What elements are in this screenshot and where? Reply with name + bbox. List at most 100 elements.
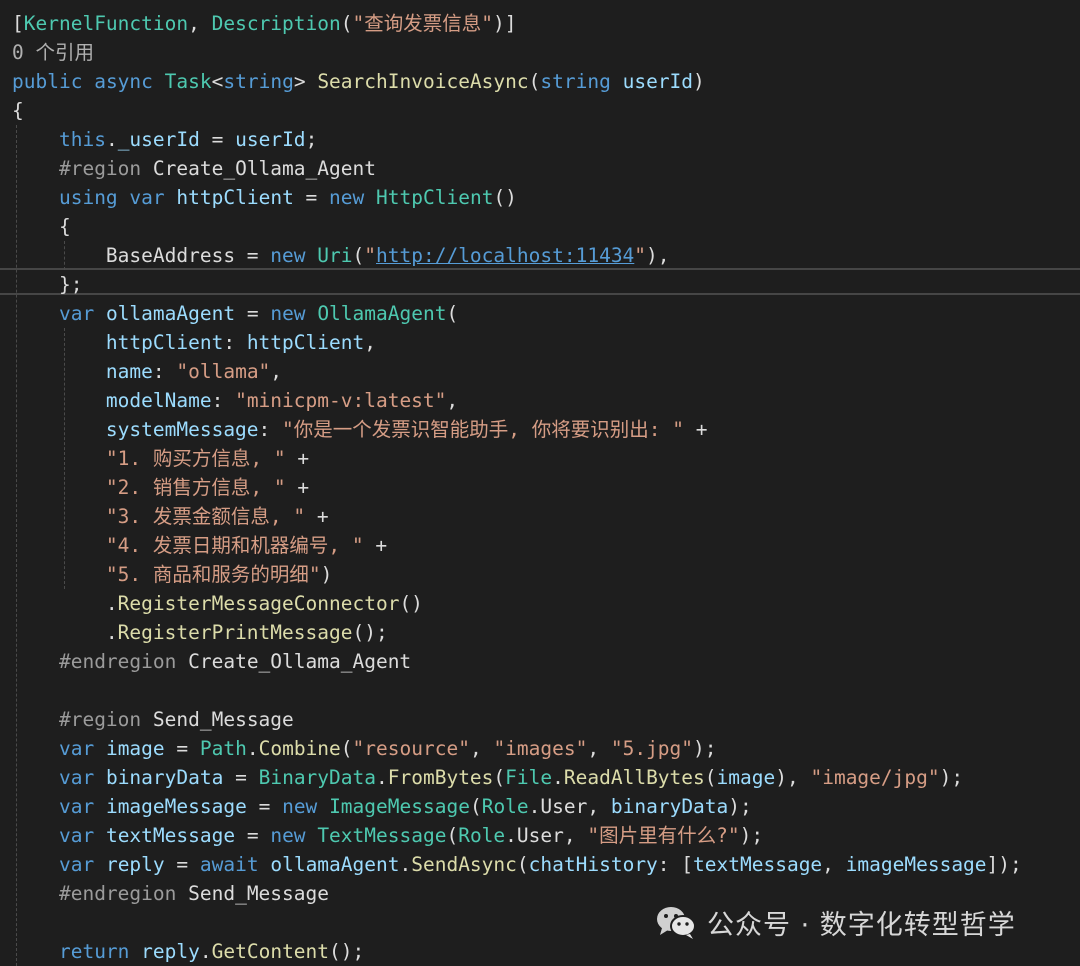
code-token: "5. 商品和服务的明细" [105, 563, 321, 586]
code-line[interactable]: .RegisterMessageConnector() [12, 589, 423, 618]
code-token: chatHistory [528, 853, 658, 876]
code-token: , [469, 737, 494, 760]
code-token: ollamaAgent [270, 853, 400, 876]
code-token: ImageMessage [329, 795, 470, 818]
code-token: = [164, 737, 200, 760]
code-token: = [223, 766, 259, 789]
code-token: TextMessage [317, 824, 447, 847]
code-link[interactable]: http://localhost:11434 [376, 244, 634, 267]
code-token: , [270, 360, 283, 383]
code-token: ( [352, 244, 365, 267]
code-line[interactable]: BaseAddress = new Uri("http://localhost:… [12, 241, 670, 270]
code-line[interactable]: var ollamaAgent = new OllamaAgent( [12, 299, 458, 328]
code-token: public [12, 70, 83, 93]
code-line[interactable]: #region Send_Message [12, 705, 294, 734]
code-line[interactable]: "1. 购买方信息, " + [12, 444, 309, 473]
code-line[interactable]: this._userId = userId; [12, 125, 317, 154]
code-token: (); [352, 621, 388, 644]
code-line[interactable]: public async Task<string> SearchInvoiceA… [12, 67, 705, 96]
code-token: ]); [986, 853, 1022, 876]
code-token: RegisterPrintMessage [117, 621, 353, 644]
code-line[interactable]: var textMessage = new TextMessage(Role.U… [12, 821, 763, 850]
code-token: "查询发票信息" [352, 12, 493, 35]
code-token: "1. 购买方信息, " [105, 447, 286, 470]
code-line[interactable]: "3. 发票金额信息, " + [12, 502, 329, 531]
code-token: " [634, 244, 647, 267]
code-line[interactable]: var binaryData = BinaryData.FromBytes(Fi… [12, 763, 963, 792]
code-token: , [563, 824, 588, 847]
code-token: " [364, 244, 377, 267]
code-token: ; [305, 128, 318, 151]
wechat-icon [657, 907, 696, 939]
code-token: new [282, 795, 318, 818]
code-line[interactable]: [KernelFunction, Description("查询发票信息")] [12, 9, 516, 38]
code-line[interactable]: "5. 商品和服务的明细") [12, 560, 332, 589]
code-token: imageMessage [105, 795, 247, 818]
code-token: ); [939, 766, 964, 789]
code-token: #endregion [58, 650, 177, 673]
code-token: var [58, 766, 95, 789]
code-token: Create_Ollama_Agent [141, 157, 376, 180]
code-token: httpClient [105, 331, 224, 354]
code-token: { [12, 215, 71, 238]
code-line[interactable]: var reply = await ollamaAgent.SendAsync(… [12, 850, 1022, 879]
code-token: #region [58, 708, 142, 731]
code-token: . [12, 621, 118, 644]
code-line[interactable]: .RegisterPrintMessage(); [12, 618, 388, 647]
code-token: await [199, 853, 259, 876]
code-token: . [399, 853, 412, 876]
code-line[interactable]: modelName: "minicpm-v:latest", [12, 386, 458, 415]
code-token: "images" [493, 737, 588, 760]
code-token: #endregion [58, 882, 177, 905]
code-line[interactable]: #endregion Send_Message [12, 879, 329, 908]
code-token: this [58, 128, 106, 151]
code-token: ( [516, 853, 529, 876]
code-token: ) [320, 563, 333, 586]
code-editor[interactable]: [KernelFunction, Description("查询发票信息")] 0… [0, 0, 1080, 966]
code-token: + [285, 447, 310, 470]
code-token: var [58, 853, 95, 876]
code-line[interactable]: using var httpClient = new HttpClient() [12, 183, 517, 212]
code-line[interactable]: 0 个引用 [12, 38, 94, 67]
code-line[interactable]: { [12, 96, 24, 125]
code-token: using [58, 186, 118, 209]
code-line[interactable]: return reply.GetContent(); [12, 937, 364, 966]
code-line[interactable]: var imageMessage = new ImageMessage(Role… [12, 792, 752, 821]
code-line[interactable]: var image = Path.Combine("resource", "im… [12, 734, 717, 763]
code-token: var [58, 737, 95, 760]
code-line[interactable]: systemMessage: "你是一个发票识智能助手, 你将要识别出: " + [12, 415, 708, 444]
code-token: { [12, 99, 24, 122]
code-token: Combine [258, 737, 341, 760]
code-token: = [199, 128, 236, 151]
code-token: ); [693, 737, 717, 760]
code-line[interactable]: }; [12, 270, 83, 299]
code-token: ( [704, 766, 717, 789]
code-token: GetContent [211, 940, 330, 963]
code-line[interactable]: name: "ollama", [12, 357, 282, 386]
code-line[interactable]: #endregion Create_Ollama_Agent [12, 647, 411, 676]
code-token: . [505, 824, 517, 847]
code-line[interactable]: "4. 发票日期和机器编号, " + [12, 531, 387, 560]
code-token: + [363, 534, 388, 557]
code-token: #region [58, 157, 142, 180]
code-line[interactable]: httpClient: httpClient, [12, 328, 376, 357]
code-line[interactable]: #region Create_Ollama_Agent [12, 154, 376, 183]
code-line[interactable]: { [12, 212, 71, 241]
code-token: KernelFunction [23, 12, 189, 35]
code-token: + [285, 476, 310, 499]
code-token: "图片里有什么?" [587, 824, 740, 847]
code-token: Role [458, 824, 506, 847]
code-line[interactable]: "2. 销售方信息, " + [12, 473, 309, 502]
